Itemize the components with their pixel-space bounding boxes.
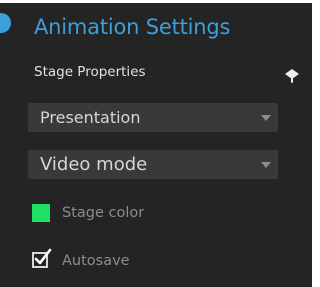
section-label-stage-properties: Stage Properties <box>34 64 146 80</box>
dropdown-selected-value: Presentation <box>40 108 141 127</box>
panel-title: Animation Settings <box>34 15 231 39</box>
blue-dot-icon <box>0 13 11 33</box>
video-mode-dropdown[interactable]: Video mode <box>28 150 278 179</box>
chevron-down-icon <box>261 115 271 121</box>
dropdown-selected-value: Video mode <box>40 154 148 175</box>
presentation-dropdown[interactable]: Presentation <box>28 103 278 132</box>
stage-color-label: Stage color <box>62 205 145 221</box>
chevron-down-icon <box>261 162 271 168</box>
autosave-label: Autosave <box>62 253 130 269</box>
autosave-checkbox[interactable] <box>31 248 53 270</box>
paint-bucket-icon[interactable] <box>282 66 302 84</box>
panel-top-edge <box>0 0 312 3</box>
animation-settings-panel: Animation Settings Stage Properties Pres… <box>0 0 312 287</box>
stage-color-swatch[interactable] <box>32 204 50 222</box>
